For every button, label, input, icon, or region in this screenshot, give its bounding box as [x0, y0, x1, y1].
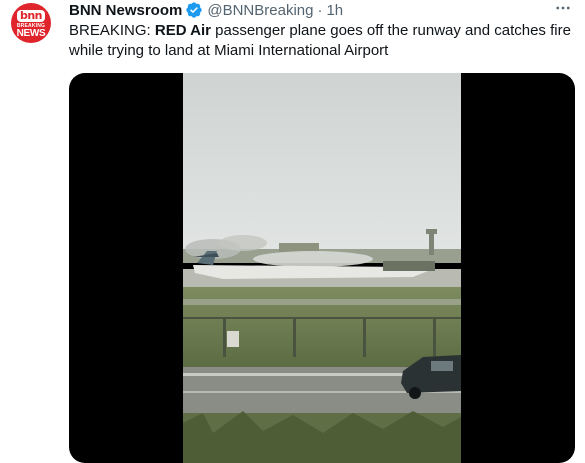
- user-handle[interactable]: @BNNBreaking: [207, 2, 313, 19]
- tweet-text-bold: RED Air: [154, 22, 211, 39]
- avatar-logo-news: NEWS: [16, 27, 46, 39]
- tweet-text-prefix: BREAKING:: [69, 22, 155, 39]
- avatar-logo-bnn: bnn: [16, 9, 46, 22]
- separator-dot: ·: [317, 1, 323, 19]
- avatar[interactable]: bnn BREAKING NEWS: [11, 3, 51, 43]
- tweet-card: bnn BREAKING NEWS BNN Newsroom @BNNBreak…: [0, 0, 585, 463]
- display-name[interactable]: BNN Newsroom: [69, 2, 182, 19]
- more-options-icon[interactable]: [551, 0, 575, 20]
- timestamp[interactable]: 1h: [326, 2, 343, 19]
- video-frame: [183, 73, 461, 463]
- tweet-header: BNN Newsroom @BNNBreaking · 1h: [69, 0, 343, 20]
- tweet-text: BREAKING: RED Air passenger plane goes o…: [69, 21, 574, 61]
- video-player[interactable]: [69, 73, 575, 463]
- verified-badge-icon: [185, 1, 203, 19]
